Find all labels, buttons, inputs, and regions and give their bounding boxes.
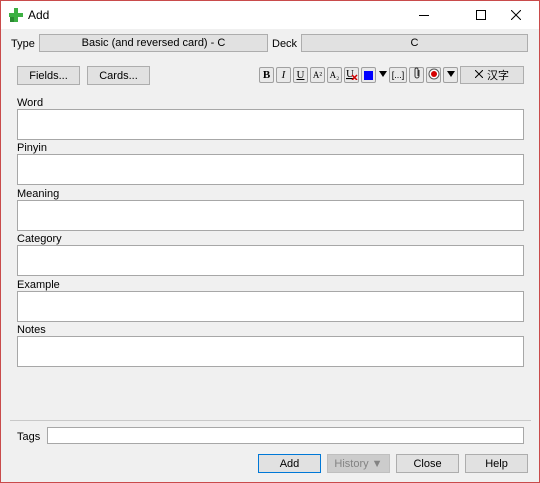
more-options-button[interactable] [443,67,458,83]
deck-label: Deck [272,38,298,50]
superscript-button[interactable]: A² [310,67,325,83]
subscript-button[interactable]: A₂ [327,67,342,83]
field-input-example[interactable] [17,291,524,322]
close-button[interactable]: Close [396,454,459,473]
note-type-selector[interactable]: Basic (and reversed card) - C [39,34,268,52]
record-icon [428,68,440,83]
field-input-word[interactable] [17,109,524,140]
field-label-notes: Notes [17,324,46,336]
dropdown-arrow-icon [378,69,387,81]
field-label-example: Example [17,279,60,291]
dropdown-arrow-icon [446,69,455,81]
tags-label: Tags [17,431,41,443]
divider [10,420,531,421]
help-button[interactable]: Help [465,454,528,473]
hanzi-button-label: 汉字 [487,70,509,82]
type-label: Type [11,38,35,50]
title-bar: Add [1,1,539,29]
record-audio-button[interactable] [426,67,441,83]
field-label-word: Word [17,97,44,109]
tags-input[interactable] [47,427,524,444]
bold-button[interactable]: B [259,67,274,83]
hanzi-clear-button[interactable]: 汉字 [460,66,524,84]
field-input-pinyin[interactable] [17,154,524,185]
text-color-button[interactable] [361,67,376,83]
field-input-category[interactable] [17,245,524,276]
close-window-icon[interactable] [493,1,539,29]
field-label-category: Category [17,233,62,245]
paperclip-icon [412,67,422,83]
close-x-icon [474,69,484,81]
color-swatch-icon [364,70,373,80]
fields-button[interactable]: Fields... [17,66,80,85]
underline-button[interactable]: U [293,67,308,83]
anki-plus-icon [8,7,24,23]
field-input-notes[interactable] [17,336,524,367]
add-window: Add Type Basic (and reversed card) - C D… [0,0,540,483]
cards-button[interactable]: Cards... [87,66,150,85]
cloze-button[interactable]: [...] [389,67,407,83]
italic-button[interactable]: I [276,67,291,83]
field-label-meaning: Meaning [17,188,60,200]
field-input-meaning[interactable] [17,200,524,231]
attach-button[interactable] [409,67,424,83]
minimize-icon[interactable] [401,1,447,29]
text-color-dropdown[interactable] [377,67,388,83]
field-label-pinyin: Pinyin [17,142,47,154]
remove-format-icon: U [345,67,358,83]
deck-selector[interactable]: C [301,34,528,52]
clear-format-button[interactable]: U [344,67,359,83]
history-button[interactable]: History ▼ [327,454,390,473]
window-title: Add [28,8,50,22]
add-button[interactable]: Add [258,454,321,473]
